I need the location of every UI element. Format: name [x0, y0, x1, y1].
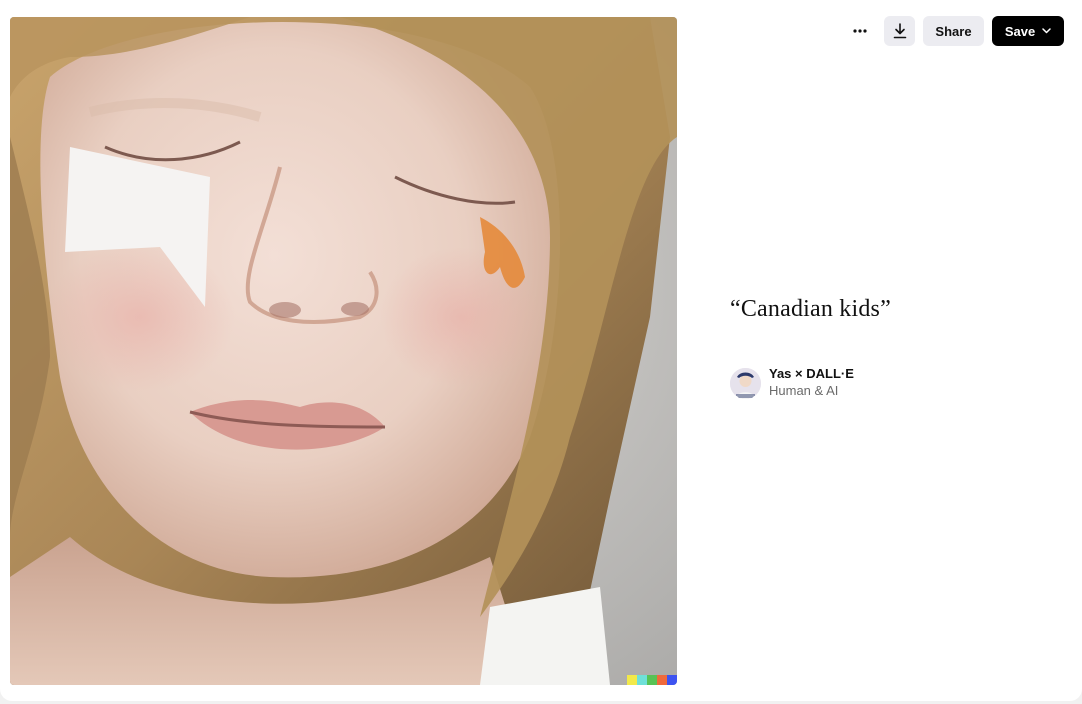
author-subtitle: Human & AI — [769, 383, 839, 398]
generated-image[interactable] — [10, 17, 677, 685]
image-caption: “Canadian kids” — [730, 296, 891, 322]
share-button[interactable]: Share — [923, 16, 984, 46]
color-signature-strip — [627, 675, 677, 685]
toolbar: Share Save — [844, 16, 1064, 46]
avatar — [730, 368, 761, 399]
color-swatch-cyan — [637, 675, 647, 685]
save-label: Save — [1004, 23, 1036, 39]
ellipsis-icon — [853, 29, 867, 33]
share-label: Share — [935, 23, 972, 39]
avatar-image — [730, 368, 761, 399]
color-swatch-orange — [657, 675, 667, 685]
chevron-down-icon — [1042, 28, 1051, 34]
color-swatch-blue — [667, 675, 677, 685]
save-button[interactable]: Save — [992, 16, 1064, 46]
author-text: Yas × DALL·E Human & AI — [769, 366, 854, 401]
author-name: Yas × DALL·E — [769, 366, 854, 381]
author-block[interactable]: Yas × DALL·E Human & AI — [730, 366, 854, 401]
image-detail-card: Share Save “Canadian kids” Yas × DALL·E … — [0, 0, 1082, 701]
more-options-button[interactable] — [844, 16, 876, 46]
download-button[interactable] — [884, 16, 915, 46]
portrait-illustration — [10, 17, 677, 685]
color-swatch-yellow — [627, 675, 637, 685]
download-icon — [893, 23, 906, 39]
color-swatch-green — [647, 675, 657, 685]
